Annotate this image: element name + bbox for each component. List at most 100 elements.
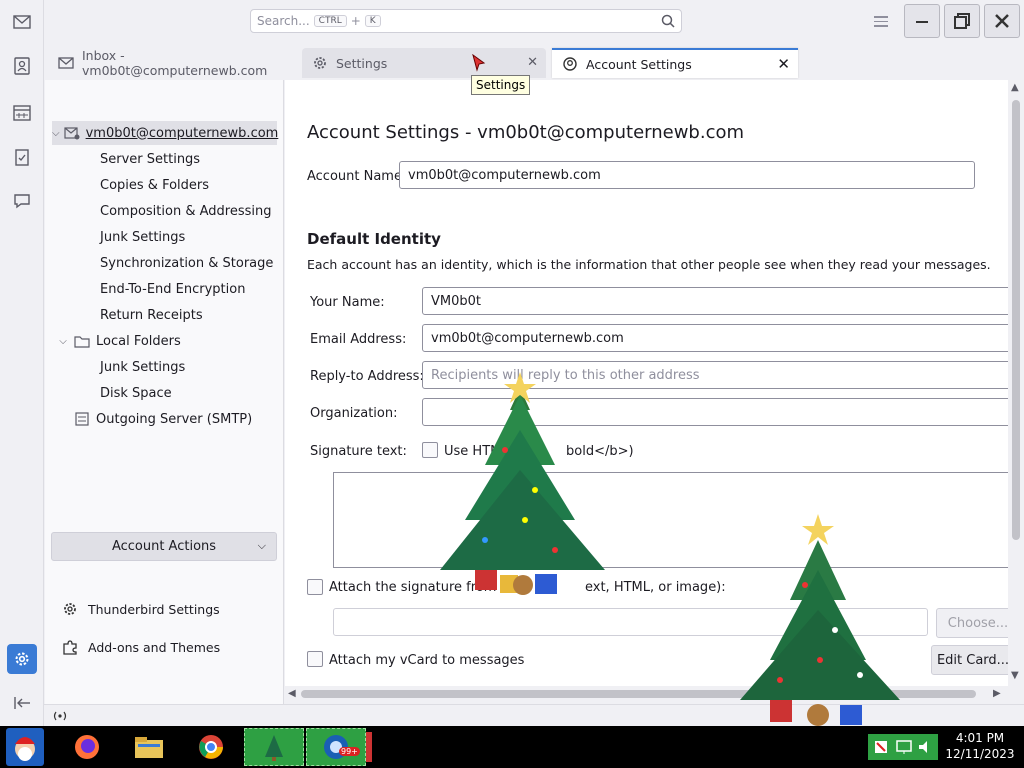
gear-icon <box>312 55 328 71</box>
mouse-cursor-icon <box>472 54 486 72</box>
scroll-thumb[interactable] <box>301 690 976 698</box>
signature-textarea[interactable] <box>333 472 1008 568</box>
email-address-field[interactable]: vm0b0t@computernewb.com <box>422 324 1008 352</box>
calendar-icon[interactable] <box>11 101 33 123</box>
email-address-label: Email Address: <box>310 332 407 347</box>
close-tab-icon[interactable]: ✕ <box>527 55 538 70</box>
addons-themes-label: Add-ons and Themes <box>88 639 221 655</box>
shortcut-plus: + <box>350 14 361 28</box>
tab-account-settings[interactable]: Account Settings ✕ <box>552 48 798 78</box>
app-menu-icon[interactable] <box>872 13 890 29</box>
firefox-taskbar-icon[interactable] <box>68 728 106 766</box>
restore-button[interactable] <box>944 4 980 38</box>
search-icon <box>661 14 675 28</box>
chevron-down-icon[interactable]: ⌵ <box>56 336 70 347</box>
identity-description: Each account has an identity, which is t… <box>307 257 991 272</box>
attach-vcard-checkbox[interactable] <box>307 651 323 667</box>
scroll-right-icon[interactable]: ▶ <box>993 688 1001 699</box>
vertical-scrollbar[interactable]: ▲ ▼ <box>1008 80 1024 686</box>
tab-inbox[interactable]: Inbox - vm0b0t@computernewb.com <box>48 48 298 78</box>
tree-item-label: Junk Settings <box>100 229 186 245</box>
scroll-up-icon[interactable]: ▲ <box>1011 82 1019 93</box>
account-settings-icon <box>562 56 578 72</box>
tree-item-label: Return Receipts <box>100 307 203 323</box>
your-name-field[interactable]: VM0b0t <box>422 287 1008 315</box>
account-node[interactable]: ⌵ vm0b0t@computernewb.com <box>52 121 279 145</box>
chevron-down-icon: ⌵ <box>257 539 266 552</box>
shortcut-key-k: K <box>364 15 381 27</box>
tasks-icon[interactable] <box>11 146 33 168</box>
reply-to-field[interactable]: Recipients will reply to this other addr… <box>422 361 1008 389</box>
tooltip: Settings <box>471 75 531 95</box>
attach-signature-checkbox[interactable] <box>307 579 323 595</box>
minimize-icon <box>916 21 928 23</box>
search-placeholder: Search... <box>257 14 310 28</box>
account-name-field[interactable]: vm0b0t@computernewb.com <box>399 161 975 189</box>
online-status-icon[interactable] <box>52 710 68 722</box>
chat-icon[interactable] <box>11 190 33 212</box>
tab-label: Settings <box>336 55 388 71</box>
mail-space-icon[interactable] <box>11 11 33 33</box>
outgoing-server-icon <box>74 411 90 427</box>
tab-settings[interactable]: Settings ✕ <box>302 48 546 78</box>
choose-file-button[interactable]: Choose... <box>936 608 1008 638</box>
account-label: vm0b0t@computernewb.com <box>85 125 279 141</box>
thunderbird-taskbar-icon[interactable]: 99+ <box>306 728 366 766</box>
global-search-input[interactable]: Search... CTRL + K <box>250 9 682 33</box>
collapse-toolbar-icon[interactable] <box>11 692 33 714</box>
scroll-down-icon[interactable]: ▼ <box>1011 670 1019 681</box>
account-settings-panel: Account Settings - vm0b0t@computernewb.c… <box>285 80 1008 686</box>
thunderbird-settings-label: Thunderbird Settings <box>88 601 220 617</box>
taskbar: 99+ 4:01 PM 12/11/2023 <box>0 726 1024 768</box>
taskbar-separator <box>366 732 372 762</box>
tree-item-label: End-To-End Encryption <box>100 281 246 297</box>
scroll-thumb[interactable] <box>1012 100 1020 540</box>
address-book-icon[interactable] <box>11 55 33 77</box>
puzzle-icon <box>61 638 79 656</box>
tab-strip: Inbox - vm0b0t@computernewb.com Settings… <box>44 44 1024 80</box>
shortcut-key-ctrl: CTRL <box>313 15 347 27</box>
close-window-button[interactable] <box>984 4 1020 38</box>
restore-icon <box>954 13 970 29</box>
account-actions-button[interactable]: Account Actions ⌵ <box>51 532 277 561</box>
thunderbird-settings-link[interactable]: Thunderbird Settings <box>61 600 220 618</box>
network-warning-icon[interactable] <box>874 740 888 754</box>
close-icon <box>995 14 1009 28</box>
addons-themes-link[interactable]: Add-ons and Themes <box>61 638 220 656</box>
horizontal-scrollbar[interactable]: ◀ ▶ <box>285 686 1008 702</box>
volume-icon[interactable] <box>918 740 932 754</box>
use-html-label-end: bold</b>) <box>566 444 634 459</box>
settings-space-button[interactable] <box>7 644 37 674</box>
page-title: Account Settings - vm0b0t@computernewb.c… <box>307 122 745 143</box>
santa-start-icon <box>15 737 35 761</box>
xmas-tree-app-icon[interactable] <box>244 728 304 766</box>
taskbar-clock[interactable]: 4:01 PM 12/11/2023 <box>940 730 1020 762</box>
clock-date: 12/11/2023 <box>945 747 1015 761</box>
smtp-node[interactable]: Outgoing Server (SMTP) <box>70 407 309 431</box>
close-tab-icon[interactable]: ✕ <box>777 55 790 73</box>
tab-label: Account Settings <box>586 56 692 72</box>
organization-field[interactable] <box>422 398 1008 426</box>
attach-signature-label-end: ext, HTML, or image): <box>585 580 726 595</box>
signature-file-field[interactable] <box>333 608 928 636</box>
account-actions-label: Account Actions <box>111 539 217 554</box>
attach-signature-label-start: Attach the signature from <box>329 580 497 595</box>
gear-icon <box>15 652 29 666</box>
scroll-left-icon[interactable]: ◀ <box>288 688 296 699</box>
file-explorer-taskbar-icon[interactable] <box>130 728 168 766</box>
default-identity-heading: Default Identity <box>307 230 441 248</box>
display-icon[interactable] <box>896 739 912 755</box>
chevron-down-icon[interactable]: ⌵ <box>52 128 60 139</box>
tab-label: Inbox - vm0b0t@computernewb.com <box>82 48 268 78</box>
start-button[interactable] <box>6 728 44 766</box>
minimize-button[interactable] <box>904 4 940 38</box>
use-html-label-start: Use HTM <box>444 444 502 459</box>
account-tree: ⌵ vm0b0t@computernewb.com Server Setting… <box>45 80 284 706</box>
chrome-taskbar-icon[interactable] <box>192 728 230 766</box>
tree-item-label: Composition & Addressing <box>100 203 272 219</box>
local-folders-node[interactable]: ⌵ Local Folders <box>56 329 295 353</box>
gear-icon <box>61 600 79 618</box>
use-html-checkbox[interactable] <box>422 442 438 458</box>
edit-card-button[interactable]: Edit Card... <box>931 645 1008 675</box>
folder-icon <box>74 333 90 349</box>
